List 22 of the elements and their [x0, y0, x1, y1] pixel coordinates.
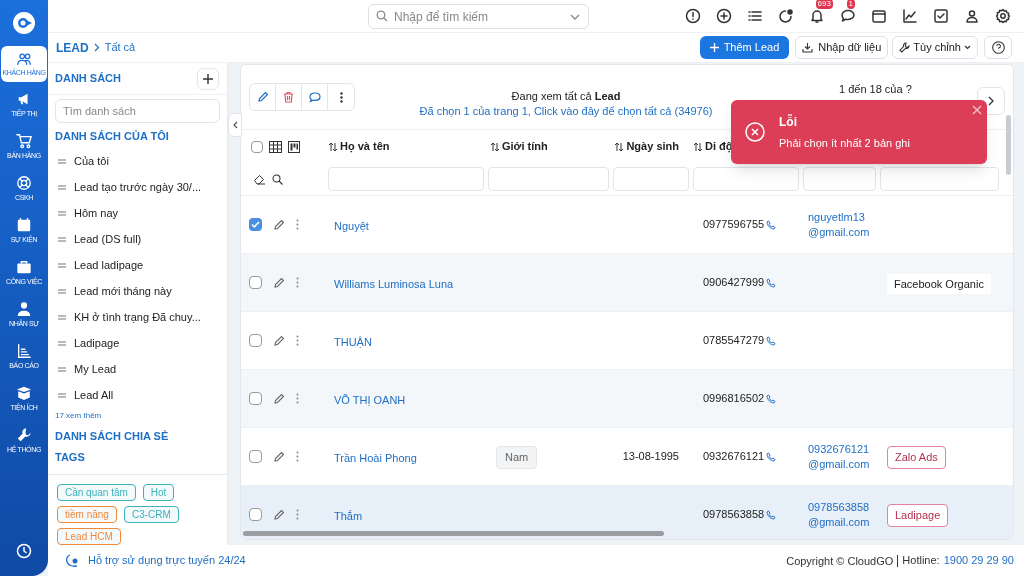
source-label: Facebook Organic	[887, 273, 991, 294]
phone-number: 0785547279	[703, 333, 765, 349]
source-tag: Zalo Ads	[887, 446, 946, 469]
section-heading: DANH SÁCH CỦA TÔI	[55, 128, 170, 144]
count-badge: 1	[846, 0, 855, 9]
breadcrumb-current: Tất cả	[104, 40, 136, 56]
phone-number: 0978563858	[703, 507, 765, 523]
panel-title: DANH SÁCH	[55, 71, 121, 87]
count-badge: 693	[815, 0, 833, 9]
phone-number: 0977596755	[703, 217, 765, 233]
toast-message: Phải chọn ít nhất 2 bản ghi	[779, 135, 910, 151]
phone-number: 0932676121	[703, 449, 765, 465]
copyright-text: Copyright © CloudGO	[786, 554, 899, 567]
table-cell-text: 13-08-1995	[622, 449, 679, 465]
pagination-label: 1 đến 18 của ?	[839, 82, 912, 97]
gender-chip: Nam	[496, 446, 538, 469]
phone-number: 0996816502	[703, 391, 765, 407]
toast-title: Lỗi	[779, 113, 798, 131]
phone-number: 0906427999	[703, 275, 765, 291]
source-tag: Ladipage	[887, 504, 949, 527]
viewing-label: Đang xem tất cả Lead	[511, 89, 621, 104]
hotline-label: Hotline:	[902, 553, 940, 569]
